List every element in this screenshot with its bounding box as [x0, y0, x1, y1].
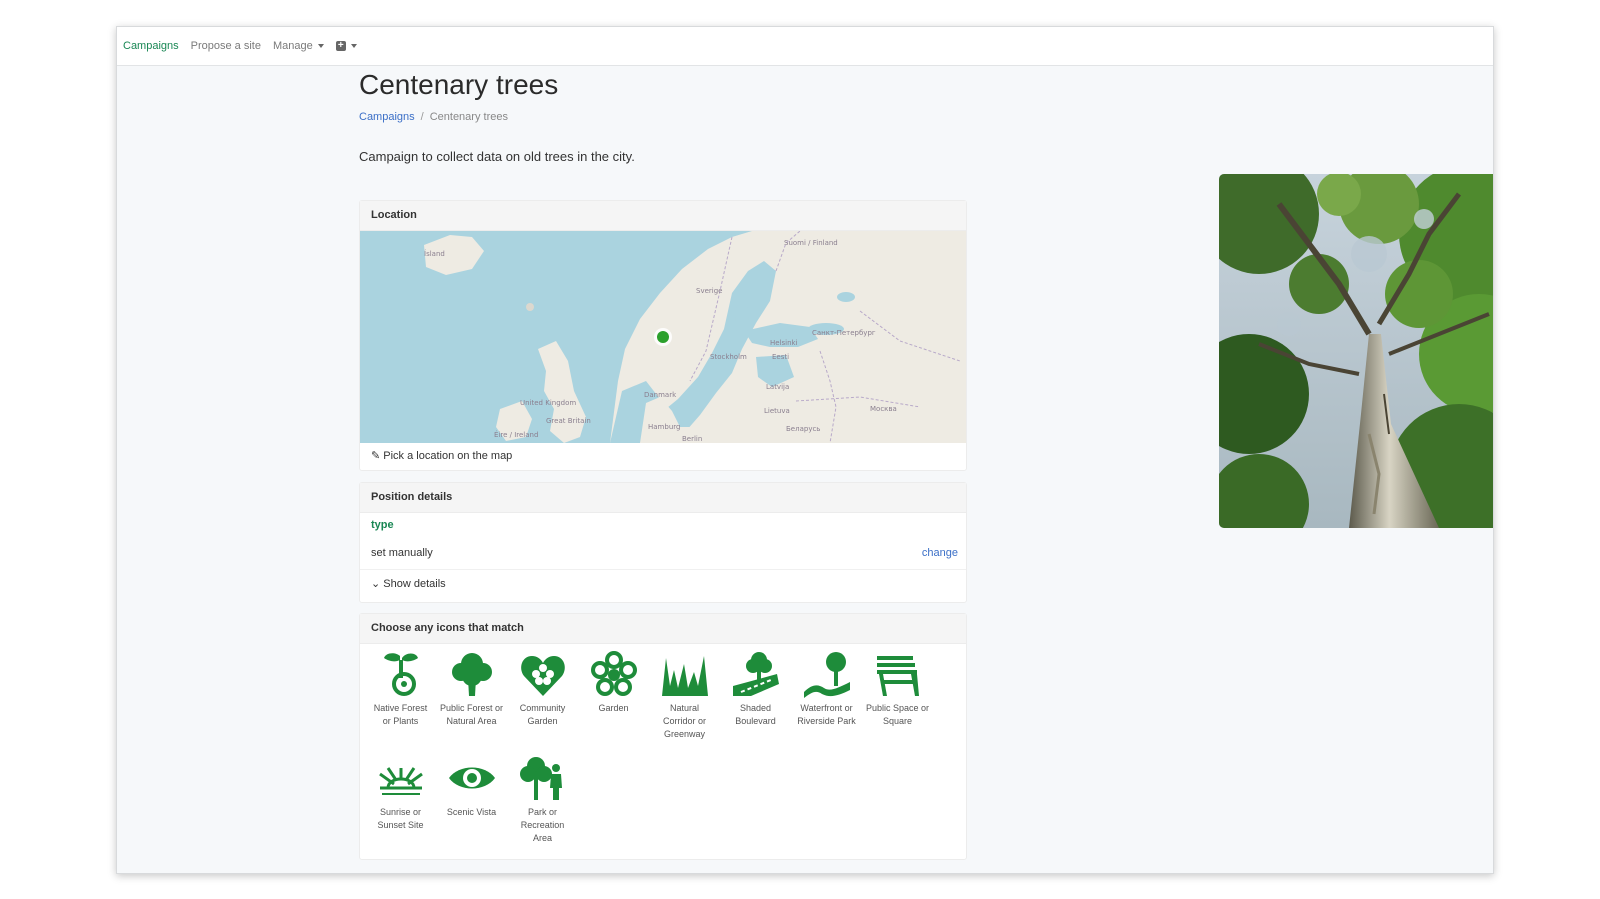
icons-grid: Native Forest or Plants Public Forest or…	[360, 644, 965, 858]
nav-manage-dropdown[interactable]: Manage	[273, 40, 324, 52]
sunrise-icon	[378, 767, 423, 795]
icon-label: Park or Recreation Area	[520, 807, 565, 843]
map-label: Éire / Ireland	[494, 430, 538, 439]
campaign-photo	[1219, 174, 1493, 528]
top-navbar: Campaigns Propose a site Manage +	[117, 27, 1493, 66]
pencil-icon: ✎	[371, 450, 381, 462]
map-tiles[interactable]: Ísland Sverige Suomi / Finland Stockholm…	[360, 231, 966, 443]
location-map[interactable]: Ísland Sverige Suomi / Finland Stockholm…	[360, 231, 966, 443]
show-details-label: Show details	[383, 578, 446, 590]
change-link[interactable]: change	[922, 547, 958, 569]
icon-option-sunrise[interactable]: Sunrise or Sunset Site	[365, 754, 436, 858]
position-type-value: set manually	[371, 547, 433, 559]
show-details-toggle[interactable]: ⌄ Show details	[360, 570, 966, 590]
position-type-row: set manually change	[360, 539, 966, 570]
heart-flower-icon	[520, 656, 565, 696]
icon-label: Native Forest or Plants	[373, 703, 428, 726]
chevron-down-icon: ⌄	[371, 578, 381, 590]
icon-label: Public Space or Square	[865, 703, 930, 726]
position-type-label: type	[371, 519, 394, 531]
map-label: Suomi / Finland	[784, 239, 838, 247]
map-label: Sverige	[696, 287, 722, 295]
breadcrumb-current: Centenary trees	[429, 111, 508, 123]
chevron-down-icon	[317, 44, 324, 48]
icon-option-community-garden[interactable]: Community Garden	[507, 650, 578, 754]
icon-option-park[interactable]: Park or Recreation Area	[507, 754, 578, 858]
nav-campaigns-link[interactable]: Campaigns	[123, 40, 179, 52]
icon-label: Garden	[598, 703, 629, 713]
map-label: Danmark	[644, 391, 677, 399]
map-label: Stockholm	[710, 353, 747, 361]
pick-location-button[interactable]: ✎ Pick a location on the map	[360, 443, 966, 469]
browser-viewport: Campaigns Propose a site Manage + Centen…	[116, 26, 1494, 874]
icon-option-shaded-boulevard[interactable]: Shaded Boulevard	[720, 650, 791, 754]
icon-label: Community Garden	[519, 703, 566, 726]
sprout-icon	[383, 653, 418, 696]
chevron-down-icon	[350, 44, 357, 48]
map-label: Ísland	[424, 249, 445, 258]
icon-label: Public Forest or Natural Area	[439, 703, 504, 726]
map-label: Helsinki	[770, 339, 798, 347]
pick-location-label: Pick a location on the map	[383, 450, 513, 462]
tree-icon	[451, 653, 492, 696]
position-details-card: Position details type set manually chang…	[359, 482, 967, 603]
location-header: Location	[360, 201, 966, 231]
icon-option-public-forest[interactable]: Public Forest or Natural Area	[436, 650, 507, 754]
icon-option-scenic-vista[interactable]: Scenic Vista	[436, 754, 507, 858]
grass-icon	[661, 656, 708, 696]
map-label: Беларусь	[786, 425, 820, 433]
icon-label: Scenic Vista	[446, 807, 497, 817]
eye-icon	[448, 767, 495, 789]
nav-manage-label: Manage	[272, 40, 313, 52]
breadcrumb: Campaigns / Centenary trees	[359, 111, 1279, 125]
breadcrumb-campaigns-link[interactable]: Campaigns	[359, 111, 415, 123]
map-label: Москва	[870, 405, 897, 413]
icon-option-garden[interactable]: Garden	[578, 650, 649, 754]
boulevard-icon	[732, 652, 779, 696]
map-label: Hamburg	[648, 423, 680, 431]
position-details-header: Position details	[360, 483, 966, 513]
icon-label: Sunrise or Sunset Site	[377, 807, 424, 830]
main-content: Centenary trees Campaigns / Centenary tree…	[359, 67, 1493, 860]
flower-icon	[590, 651, 637, 696]
park-person-icon	[519, 757, 562, 800]
page-title: Centenary trees	[359, 69, 559, 100]
map-label: United Kingdom	[520, 399, 576, 407]
plus-square-icon: +	[335, 41, 346, 51]
icon-option-public-space[interactable]: Public Space or Square	[862, 650, 933, 754]
icon-label: Waterfront or Riverside Park	[797, 703, 856, 726]
icons-header: Choose any icons that match	[360, 614, 966, 644]
bench-icon	[876, 656, 919, 696]
icons-card: Choose any icons that match Native Fores…	[359, 613, 967, 860]
icon-option-native-forest[interactable]: Native Forest or Plants	[365, 650, 436, 754]
campaign-description: Campaign to collect data on old trees in…	[359, 149, 635, 164]
icon-label: Natural Corridor or Greenway	[662, 703, 706, 739]
map-label: Eesti	[772, 353, 789, 361]
map-label: Great Britain	[546, 417, 591, 425]
map-label: Санкт-Петербург	[812, 329, 876, 337]
map-label: Lietuva	[764, 407, 790, 415]
nav-add-dropdown[interactable]: +	[335, 41, 357, 51]
riverside-tree-icon	[803, 652, 850, 698]
nav-propose-link[interactable]: Propose a site	[191, 40, 261, 52]
map-label: Berlin	[682, 435, 702, 443]
icon-option-natural-corridor[interactable]: Natural Corridor or Greenway	[649, 650, 720, 754]
icon-label: Shaded Boulevard	[735, 703, 776, 726]
location-card: Location Ísland Sverige Suomi / Finland …	[359, 200, 967, 471]
map-label: Latvija	[766, 383, 789, 391]
map-marker[interactable]	[657, 331, 669, 343]
breadcrumb-separator: /	[420, 111, 424, 123]
icon-option-waterfront[interactable]: Waterfront or Riverside Park	[791, 650, 862, 754]
tree-photo-image	[1219, 174, 1493, 528]
